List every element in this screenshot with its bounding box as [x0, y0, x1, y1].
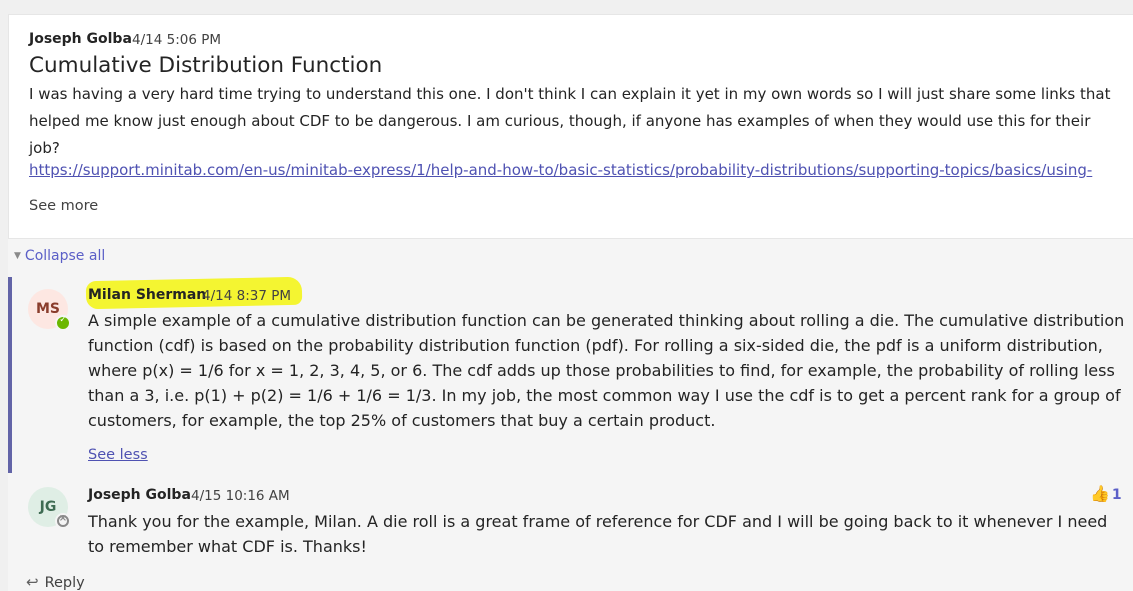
reply-timestamp: 4/15 10:16 AM — [191, 488, 290, 504]
top-gap — [0, 0, 1133, 14]
see-more-link[interactable]: See more — [29, 198, 98, 214]
reply-thread: ▼Collapse all MS Milan Sherman 4/14 8:37… — [8, 238, 1133, 591]
collapse-all-button[interactable]: ▼ Collapse all — [14, 248, 105, 264]
collapse-all-label: Collapse all — [24, 248, 106, 264]
caret-down-icon: ▼ — [14, 251, 21, 261]
reply-button[interactable]: ↩ Reply — [26, 573, 85, 591]
post-timestamp: 4/14 5:06 PM — [132, 32, 222, 48]
reply-selected-indicator — [8, 277, 12, 473]
reply-author[interactable]: Joseph Golba — [88, 487, 191, 503]
thumbs-up-icon: 👍 — [1090, 484, 1110, 503]
reply-timestamp: 4/14 8:37 PM — [202, 288, 292, 304]
available-status-icon — [55, 315, 71, 331]
post-author[interactable]: Joseph Golba — [29, 31, 132, 47]
original-post: Joseph Golba 4/14 5:06 PM Cumulative Dis… — [8, 14, 1133, 239]
post-title: Cumulative Distribution Function — [29, 53, 383, 78]
reply-author[interactable]: Milan Sherman — [88, 287, 206, 303]
reply-label: Reply — [44, 575, 85, 591]
reaction-count: 1 — [1111, 487, 1122, 503]
like-reaction-button[interactable]: 👍 1 — [1090, 484, 1122, 503]
see-less-link[interactable]: See less — [88, 447, 148, 463]
post-body: I was having a very hard time trying to … — [29, 85, 1111, 157]
reply-body: Thank you for the example, Milan. A die … — [88, 512, 1108, 556]
offline-status-icon — [55, 513, 71, 529]
reply-arrow-icon: ↩ — [26, 573, 39, 591]
reply-body: A simple example of a cumulative distrib… — [88, 311, 1125, 430]
post-link[interactable]: https://support.minitab.com/en-us/minita… — [29, 161, 1109, 179]
